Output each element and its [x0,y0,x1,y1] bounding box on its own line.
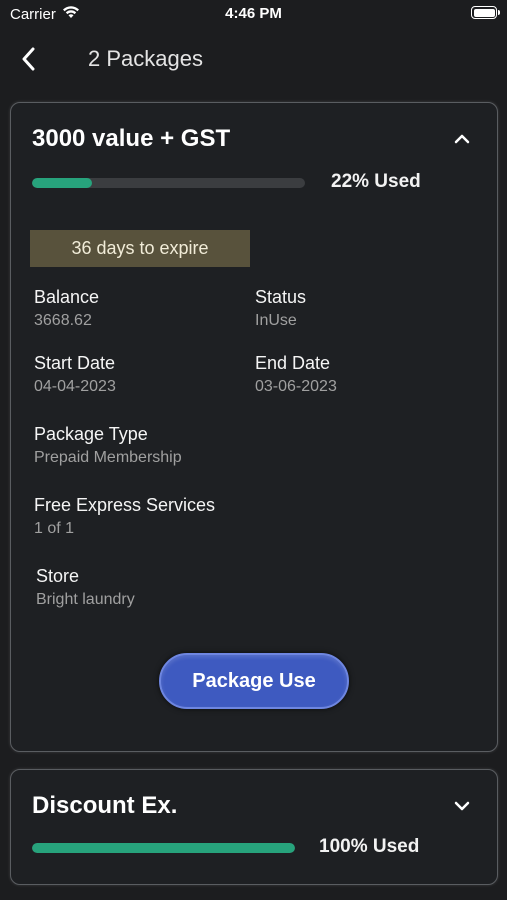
status-value: InUse [255,312,297,329]
expand-button[interactable] [451,796,473,818]
back-button[interactable] [14,46,44,76]
package-use-button[interactable]: Package Use [159,653,349,709]
store-value: Bright laundry [36,591,135,608]
store-field: Store Bright laundry [36,566,135,609]
balance-value: 3668.62 [34,312,92,329]
usage-progress-fill [32,178,93,188]
package-type-field: Package Type Prepaid Membership [34,424,182,467]
end-date-label: End Date [255,353,331,373]
status-bar: Carrier 4:46 PM [0,0,507,28]
end-date-value: 03-06-2023 [255,378,337,395]
free-express-label: Free Express Services [34,495,216,515]
package-type-value: Prepaid Membership [34,449,182,466]
balance-label: Balance [34,287,100,307]
end-date-field: End Date 03-06-2023 [255,353,337,396]
battery-icon [471,6,500,19]
start-date-field: Start Date 04-04-2023 [34,353,116,396]
chevron-down-icon [454,798,470,816]
chevron-left-icon [21,47,37,76]
usage-progress-bar [32,843,295,853]
usage-percent-label: 22% Used [331,171,421,192]
free-express-field: Free Express Services 1 of 1 [34,495,215,538]
package-card[interactable]: Discount Ex. 100% Used [10,769,498,885]
page-title: 2 Packages [88,46,203,71]
status-field: Status InUse [255,287,306,330]
chevron-up-icon [454,131,470,149]
package-title: Discount Ex. [32,792,178,819]
package-title: 3000 value + GST [32,125,231,152]
usage-progress-fill [32,843,295,853]
status-label: Status [255,287,307,307]
store-label: Store [36,566,80,586]
free-express-value: 1 of 1 [34,520,75,537]
start-date-label: Start Date [34,353,116,373]
usage-progress-bar [32,178,305,188]
start-date-value: 04-04-2023 [34,378,116,395]
package-card: 3000 value + GST 22% Used 36 days to exp… [10,102,498,752]
collapse-button[interactable] [451,129,473,151]
nav-bar: 2 Packages [0,36,507,84]
balance-field: Balance 3668.62 [34,287,99,330]
expiry-badge: 36 days to expire [30,230,250,267]
status-time: 4:46 PM [225,5,282,22]
package-type-label: Package Type [34,424,148,444]
usage-percent-label: 100% Used [319,836,420,857]
